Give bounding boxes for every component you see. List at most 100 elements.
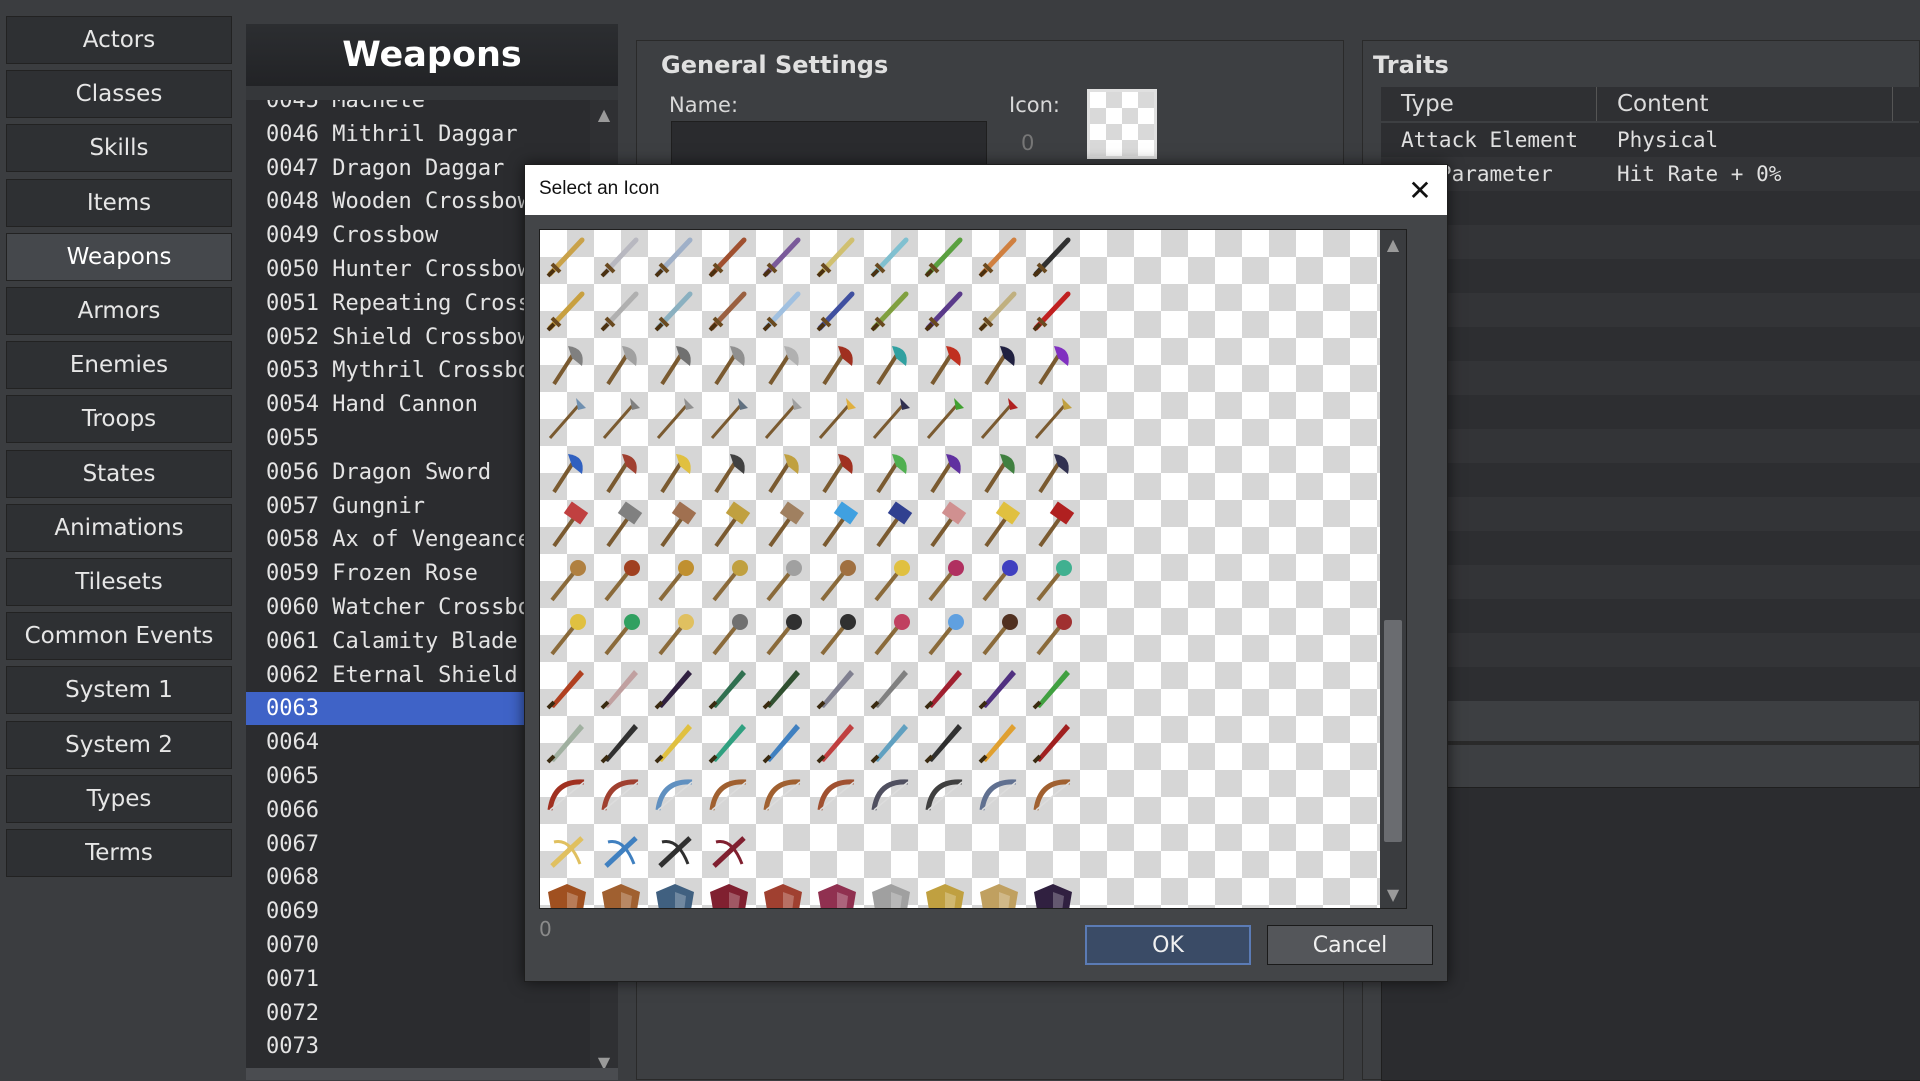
hammer-icon[interactable] <box>810 500 864 554</box>
sword-icon[interactable] <box>810 284 864 338</box>
hammer-icon[interactable] <box>864 500 918 554</box>
traits-row[interactable] <box>1381 531 1920 565</box>
traits-row[interactable] <box>1381 225 1920 259</box>
blade-icon[interactable] <box>540 716 594 770</box>
staff-icon[interactable] <box>1026 554 1080 608</box>
blade-icon[interactable] <box>972 716 1026 770</box>
traits-row[interactable] <box>1381 327 1920 361</box>
blade-icon[interactable] <box>594 716 648 770</box>
scroll-up-icon[interactable]: ▲ <box>590 100 618 128</box>
axe-icon[interactable] <box>594 338 648 392</box>
traits-row[interactable] <box>1381 429 1920 463</box>
shield-icon[interactable] <box>918 878 972 909</box>
axe-icon[interactable] <box>702 446 756 500</box>
nav-item-system-2[interactable]: System 2 <box>6 720 232 769</box>
nav-item-armors[interactable]: Armors <box>6 287 232 335</box>
nav-item-types[interactable]: Types <box>6 774 232 823</box>
sword-icon[interactable] <box>864 284 918 338</box>
staff-icon[interactable] <box>756 554 810 608</box>
axe-icon[interactable] <box>540 338 594 392</box>
axe-icon[interactable] <box>648 446 702 500</box>
axe-icon[interactable] <box>810 338 864 392</box>
hammer-icon[interactable] <box>702 500 756 554</box>
sword-icon[interactable] <box>756 284 810 338</box>
sword-icon[interactable] <box>702 284 756 338</box>
axe-icon[interactable] <box>540 446 594 500</box>
nav-item-weapons[interactable]: Weapons <box>6 232 232 281</box>
blade-icon[interactable] <box>756 662 810 716</box>
weapon-list-item[interactable]: 0045 Machete <box>246 100 590 117</box>
ok-button[interactable]: OK <box>1085 925 1251 965</box>
shield-icon[interactable] <box>594 878 648 909</box>
traits-row[interactable] <box>1381 259 1920 293</box>
staff-icon[interactable] <box>864 608 918 662</box>
nav-item-states[interactable]: States <box>6 449 232 498</box>
blade-icon[interactable] <box>702 716 756 770</box>
bow-icon[interactable] <box>810 770 864 824</box>
spear-icon[interactable] <box>594 392 648 446</box>
bow-icon[interactable] <box>972 770 1026 824</box>
crossbow-icon[interactable] <box>648 824 702 878</box>
note-field[interactable] <box>1381 787 1920 1081</box>
blade-icon[interactable] <box>864 662 918 716</box>
weapon-list-item[interactable]: 0046 Mithril Daggar <box>246 118 590 151</box>
staff-icon[interactable] <box>918 608 972 662</box>
axe-icon[interactable] <box>864 446 918 500</box>
axe-icon[interactable] <box>918 446 972 500</box>
sword-icon[interactable] <box>972 230 1026 284</box>
nav-item-troops[interactable]: Troops <box>6 395 232 444</box>
spear-icon[interactable] <box>1026 392 1080 446</box>
sword-icon[interactable] <box>648 284 702 338</box>
shield-icon[interactable] <box>810 878 864 909</box>
sword-icon[interactable] <box>648 230 702 284</box>
spear-icon[interactable] <box>756 392 810 446</box>
nav-item-common-events[interactable]: Common Events <box>6 612 232 661</box>
nav-item-system-1[interactable]: System 1 <box>6 666 232 715</box>
traits-row[interactable] <box>1381 667 1920 701</box>
bow-icon[interactable] <box>756 770 810 824</box>
traits-row[interactable]: Attack Element Physical <box>1381 123 1920 157</box>
scrollbar-thumb[interactable] <box>1384 620 1402 842</box>
traits-row[interactable] <box>1381 565 1920 599</box>
sword-icon[interactable] <box>972 284 1026 338</box>
bow-icon[interactable] <box>1026 770 1080 824</box>
staff-icon[interactable] <box>810 554 864 608</box>
sword-icon[interactable] <box>918 230 972 284</box>
traits-row[interactable] <box>1381 633 1920 667</box>
traits-row[interactable] <box>1381 191 1920 225</box>
blade-icon[interactable] <box>972 662 1026 716</box>
shield-icon[interactable] <box>972 878 1026 909</box>
bow-icon[interactable] <box>540 770 594 824</box>
close-icon[interactable]: ✕ <box>1401 171 1439 209</box>
nav-item-terms[interactable]: Terms <box>6 829 232 877</box>
blade-icon[interactable] <box>594 662 648 716</box>
axe-icon[interactable] <box>918 338 972 392</box>
blade-icon[interactable] <box>810 716 864 770</box>
traits-row[interactable] <box>1381 497 1920 531</box>
traits-row[interactable] <box>1381 599 1920 633</box>
shield-icon[interactable] <box>540 878 594 909</box>
cancel-button[interactable]: Cancel <box>1267 925 1433 965</box>
hammer-icon[interactable] <box>918 500 972 554</box>
bow-icon[interactable] <box>702 770 756 824</box>
staff-icon[interactable] <box>972 608 1026 662</box>
weapon-list-item[interactable]: 0072 <box>246 997 590 1030</box>
traits-row[interactable]: Ex-Parameter Hit Rate + 0% <box>1381 157 1920 191</box>
sword-icon[interactable] <box>864 230 918 284</box>
axe-icon[interactable] <box>594 446 648 500</box>
staff-icon[interactable] <box>594 608 648 662</box>
shield-icon[interactable] <box>1026 878 1080 909</box>
blade-icon[interactable] <box>1026 716 1080 770</box>
blade-icon[interactable] <box>702 662 756 716</box>
nav-item-actors[interactable]: Actors <box>6 16 232 64</box>
traits-row[interactable] <box>1381 361 1920 395</box>
blade-icon[interactable] <box>918 716 972 770</box>
staff-icon[interactable] <box>540 554 594 608</box>
hammer-icon[interactable] <box>756 500 810 554</box>
staff-icon[interactable] <box>648 608 702 662</box>
hammer-icon[interactable] <box>1026 500 1080 554</box>
weapon-list-item[interactable]: 0073 <box>246 1030 590 1063</box>
blade-icon[interactable] <box>756 716 810 770</box>
shield-icon[interactable] <box>648 878 702 909</box>
axe-icon[interactable] <box>756 446 810 500</box>
